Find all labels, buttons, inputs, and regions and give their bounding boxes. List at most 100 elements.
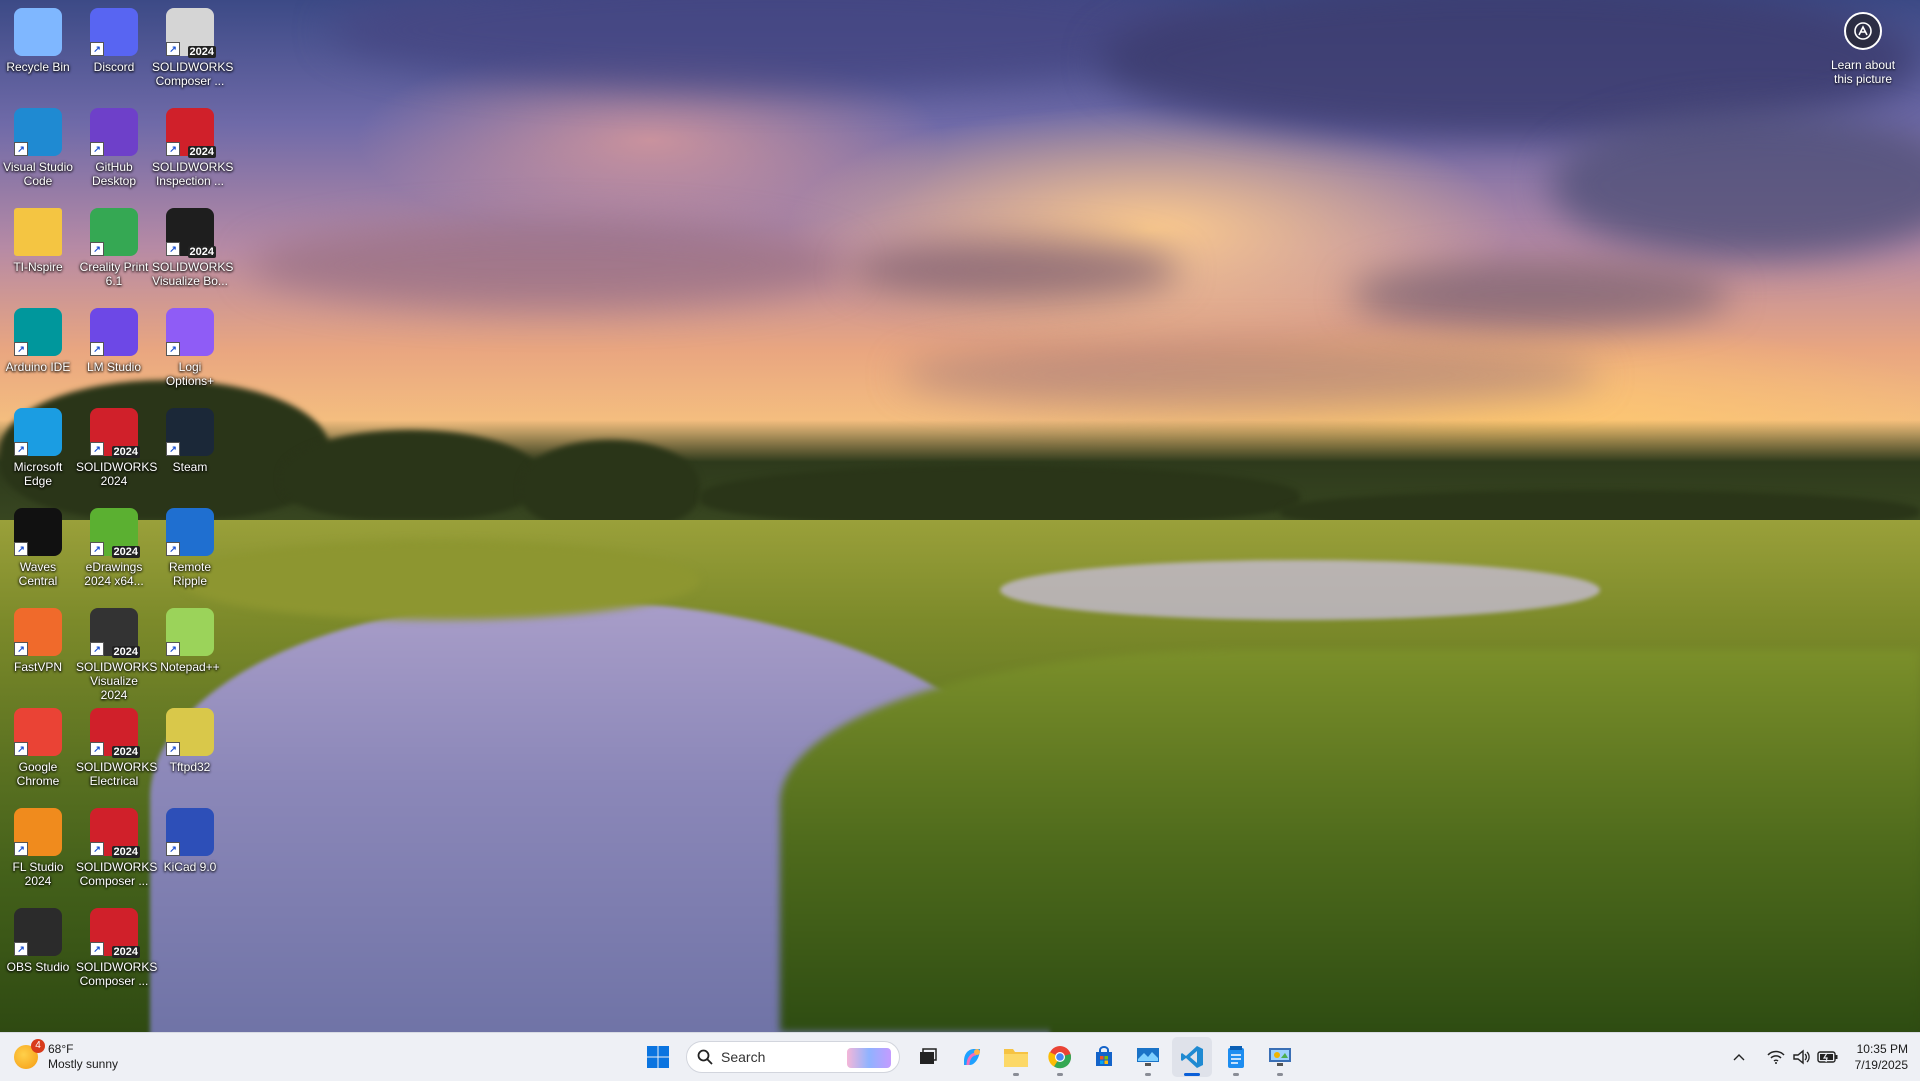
desktop-icon[interactable]: ↗ Arduino IDE — [0, 308, 76, 374]
desktop-icon[interactable]: ↗ Tftpd32 — [152, 708, 228, 774]
running-indicator — [1277, 1073, 1283, 1076]
learn-about-picture[interactable]: Learn about this picture — [1818, 12, 1908, 86]
river — [1000, 560, 1600, 620]
shortcut-arrow-icon: ↗ — [14, 642, 28, 656]
chrome-button[interactable] — [1040, 1037, 1080, 1077]
task-view-button[interactable] — [908, 1037, 948, 1077]
desktop-icon[interactable]: ↗ Microsoft Edge — [0, 408, 76, 488]
desktop-icon[interactable]: 2024 ↗ SOLIDWORKS Electrical — [76, 708, 157, 788]
shortcut-arrow-icon: ↗ — [90, 142, 104, 156]
desktop-icon[interactable]: ↗ Visual Studio Code — [0, 108, 76, 188]
desktop-icon[interactable]: ↗ Google Chrome — [0, 708, 76, 788]
running-indicator — [1233, 1073, 1239, 1076]
desktop-icon[interactable]: ↗ FL Studio 2024 — [0, 808, 76, 888]
cloud — [250, 220, 850, 310]
shortcut-arrow-icon: ↗ — [166, 842, 180, 856]
search-icon — [697, 1049, 713, 1065]
lm-studio-icon: ↗ — [90, 308, 138, 356]
desktop-icon-label: SOLIDWORKS Composer ... — [76, 860, 158, 888]
learn-icon — [1844, 12, 1882, 50]
desktop-icon-label: Recycle Bin — [6, 60, 70, 74]
vscode-icon — [1181, 1046, 1203, 1068]
grass — [780, 650, 1920, 1032]
shortcut-arrow-icon: ↗ — [166, 642, 180, 656]
desktop-icon[interactable]: ↗ Notepad++ — [152, 608, 228, 674]
recycle-bin-icon — [14, 8, 62, 56]
weather-temperature: 68°F — [48, 1042, 74, 1056]
desktop-icon[interactable]: ↗ KiCad 9.0 — [152, 808, 228, 874]
vscode-button[interactable] — [1172, 1037, 1212, 1077]
tree — [700, 465, 1300, 525]
desktop-icon[interactable]: ↗ LM Studio — [76, 308, 152, 374]
desktop-icon-label: Waves Central — [18, 560, 58, 588]
desktop-icon-label: SOLIDWORKS Visualize 2024 — [76, 660, 158, 702]
desktop-icon-label: Discord — [93, 60, 135, 74]
desktop-icon-label: TI-Nspire — [13, 260, 63, 274]
desktop-icon-label: Tftpd32 — [169, 760, 211, 774]
desktop-icon-label: Logi Options+ — [165, 360, 215, 388]
active-indicator — [1184, 1073, 1200, 1076]
desktop-icon[interactable]: ↗ Discord — [76, 8, 152, 74]
remote-ripple-icon: ↗ — [166, 508, 214, 556]
control-panel-button[interactable] — [1260, 1037, 1300, 1077]
desktop-icon-label: SOLIDWORKS Composer ... — [152, 60, 234, 88]
creality-print-icon: ↗ — [90, 208, 138, 256]
steam-icon: ↗ — [166, 408, 214, 456]
shortcut-arrow-icon: ↗ — [14, 742, 28, 756]
desktop-icon[interactable]: 2024 ↗ SOLIDWORKS Composer ... — [76, 908, 157, 988]
cloud — [1350, 260, 1730, 330]
desktop-icon[interactable]: 2024 ↗ SOLIDWORKS Composer ... — [152, 8, 234, 88]
desktop-icon[interactable]: ↗ FastVPN — [0, 608, 76, 674]
desktop-icon[interactable]: ↗ Waves Central — [0, 508, 76, 588]
taskbar-apps: Search — [636, 1037, 1302, 1077]
desktop-icon[interactable]: 2024 ↗ eDrawings 2024 x64... — [76, 508, 152, 588]
battery-button[interactable] — [1816, 1045, 1840, 1069]
solidworks-composer-icon: 2024 ↗ — [90, 908, 140, 958]
solidworks-inspection-icon: 2024 ↗ — [166, 108, 216, 158]
shortcut-arrow-icon: ↗ — [166, 242, 180, 256]
desktop-icon[interactable]: TI-Nspire — [0, 208, 76, 274]
notepad-button[interactable] — [1216, 1037, 1256, 1077]
vscode-icon: ↗ — [14, 108, 62, 156]
volume-button[interactable] — [1790, 1045, 1814, 1069]
solidworks-visualize-icon: 2024 ↗ — [90, 608, 140, 658]
desktop-icon[interactable]: 2024 ↗ SOLIDWORKS Inspection ... — [152, 108, 233, 188]
desktop-icon[interactable]: 2024 ↗ SOLIDWORKS Composer ... — [76, 808, 158, 888]
cloud — [900, 340, 1600, 410]
desktop-icon[interactable]: 2024 ↗ SOLIDWORKS 2024 — [76, 408, 157, 488]
shortcut-arrow-icon: ↗ — [14, 342, 28, 356]
desktop-icon[interactable]: 2024 ↗ SOLIDWORKS Visualize Bo... — [152, 208, 233, 288]
desktop-icon[interactable]: ↗ Logi Options+ — [152, 308, 228, 388]
shortcut-arrow-icon: ↗ — [166, 742, 180, 756]
weather-widget[interactable]: 4 68°F Mostly sunny — [14, 1039, 118, 1075]
desktop-icon[interactable]: ↗ GitHub Desktop — [76, 108, 152, 188]
chevron-up-icon — [1733, 1054, 1745, 1061]
clock-button[interactable]: 10:35 PM 7/19/2025 — [1855, 1041, 1908, 1073]
shortcut-arrow-icon: ↗ — [166, 542, 180, 556]
grass — [180, 540, 700, 620]
weather-badge: 4 — [31, 1039, 45, 1053]
shortcut-arrow-icon: ↗ — [90, 742, 104, 756]
copilot-button[interactable] — [952, 1037, 992, 1077]
desktop-icon[interactable]: ↗ Steam — [152, 408, 228, 474]
desktop-icon[interactable]: 2024 ↗ SOLIDWORKS Visualize 2024 — [76, 608, 158, 702]
folder-icon — [14, 208, 62, 256]
desktop-icon[interactable]: ↗ Remote Ripple — [152, 508, 228, 588]
remote-desktop-button[interactable] — [1128, 1037, 1168, 1077]
desktop-icon-label: OBS Studio — [6, 960, 70, 974]
start-button[interactable] — [638, 1037, 678, 1077]
network-button[interactable] — [1764, 1045, 1788, 1069]
file-explorer-button[interactable] — [996, 1037, 1036, 1077]
edrawings-icon: 2024 ↗ — [90, 508, 140, 558]
desktop-icon[interactable]: ↗ Creality Print 6.1 — [76, 208, 152, 288]
taskbar-search-box[interactable]: Search — [686, 1041, 900, 1073]
shortcut-arrow-icon: ↗ — [90, 842, 104, 856]
desktop-icon[interactable]: ↗ OBS Studio — [0, 908, 76, 974]
desktop-icon[interactable]: Recycle Bin — [0, 8, 76, 74]
version-badge: 2024 — [111, 946, 140, 958]
microsoft-store-button[interactable] — [1084, 1037, 1124, 1077]
show-hidden-icons-button[interactable] — [1727, 1045, 1751, 1069]
desktop-icon-label: Arduino IDE — [5, 360, 71, 374]
version-badge: 2024 — [111, 846, 140, 858]
shortcut-arrow-icon: ↗ — [14, 942, 28, 956]
